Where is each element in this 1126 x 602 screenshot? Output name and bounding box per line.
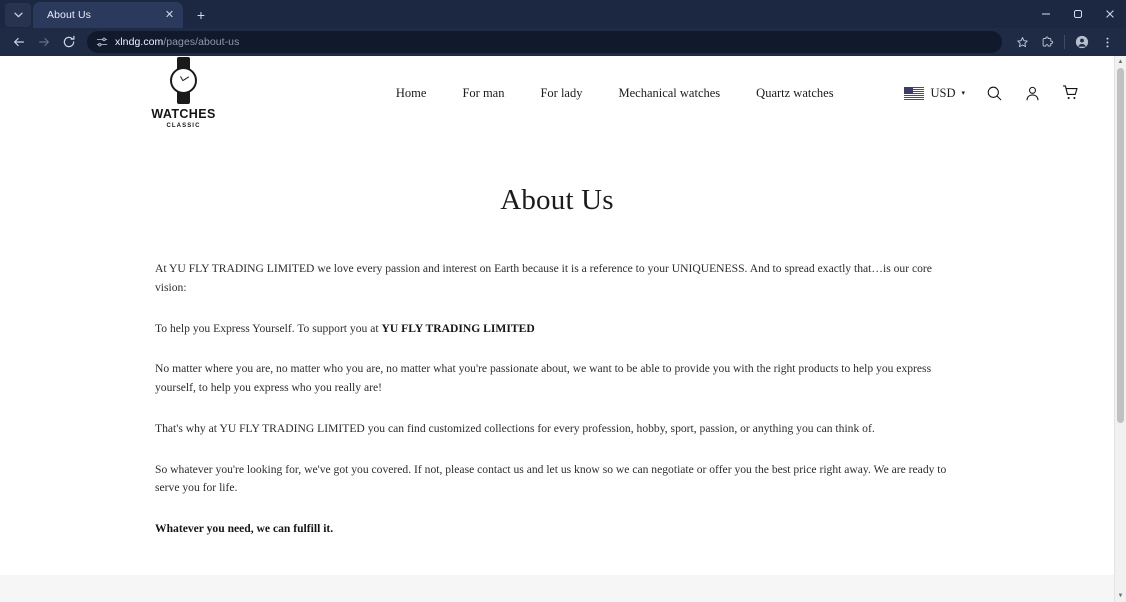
new-tab-button[interactable]: + [189, 3, 213, 27]
window-maximize-button[interactable] [1062, 0, 1094, 28]
paragraph-covered: So whatever you're looking for, we've go… [155, 462, 947, 495]
toolbar-divider [1064, 35, 1065, 49]
nav-item-for-lady[interactable]: For lady [540, 86, 582, 101]
reload-button-refresh-icon[interactable] [57, 30, 81, 54]
page-viewport: WATCHES CLASSIC Home For man For lady Me… [0, 56, 1126, 602]
window-close-button[interactable] [1094, 0, 1126, 28]
site-footer: Company Info About Us Contact Us Service… [0, 575, 1114, 602]
user-icon[interactable] [1024, 85, 1041, 102]
main-navigation: Home For man For lady Mechanical watches… [325, 86, 904, 101]
main-content: About Us At YU FLY TRADING LIMITED we lo… [0, 130, 1114, 540]
tab-close-icon[interactable]: ✕ [162, 8, 177, 23]
company-name-bold: YU FLY TRADING LIMITED [381, 321, 535, 335]
profile-account-icon[interactable] [1070, 30, 1094, 54]
us-flag-icon [904, 86, 925, 100]
scrollbar-down-arrow-icon[interactable]: ▼ [1115, 590, 1126, 602]
watch-face [170, 67, 197, 95]
site-logo[interactable]: WATCHES CLASSIC [151, 57, 325, 129]
window-minimize-button[interactable] [1030, 0, 1062, 28]
site-settings-tune-icon[interactable] [95, 36, 108, 49]
browser-toolbar: xlndg.com/pages/about-us [0, 28, 1126, 56]
back-button-arrow-left-icon[interactable] [7, 30, 31, 54]
tab-strip: About Us ✕ + [0, 0, 1126, 28]
bookmark-star-icon[interactable] [1010, 30, 1034, 54]
web-page: WATCHES CLASSIC Home For man For lady Me… [0, 56, 1114, 602]
chevron-down-icon: ▾ [961, 89, 965, 97]
address-bar[interactable]: xlndg.com/pages/about-us [87, 31, 1002, 53]
watch-logo-icon: WATCHES CLASSIC [151, 57, 215, 129]
browser-menu-three-dot-icon[interactable] [1095, 30, 1119, 54]
paragraph-express-yourself: To help you Express Yourself. To support… [155, 320, 955, 339]
extensions-puzzle-icon[interactable] [1035, 30, 1059, 54]
paragraph-customized-collections: That's why at YU FLY TRADING LIMITED you… [155, 421, 875, 435]
search-icon[interactable] [986, 85, 1003, 102]
tab-search-chevron-down-icon[interactable] [5, 3, 31, 27]
logo-word: WATCHES [151, 107, 216, 122]
paragraph-no-matter: No matter where you are, no matter who y… [155, 362, 932, 395]
browser-window: About Us ✕ + xlndg.com/pages/about-us WA… [0, 0, 1126, 602]
scrollbar-up-arrow-icon[interactable]: ▲ [1115, 56, 1126, 68]
nav-item-mechanical-watches[interactable]: Mechanical watches [618, 86, 720, 101]
scrollbar-track[interactable] [1115, 68, 1126, 590]
scrollbar-thumb[interactable] [1117, 68, 1124, 423]
address-bar-url: xlndg.com/pages/about-us [115, 36, 239, 48]
currency-label: USD [930, 85, 956, 100]
browser-tab-about-us[interactable]: About Us ✕ [33, 2, 183, 28]
paragraph-fulfill: Whatever you need, we can fulfill it. [155, 522, 334, 536]
forward-button-arrow-right-icon[interactable] [32, 30, 56, 54]
url-domain: xlndg.com [115, 36, 164, 48]
paragraph-vision: At YU FLY TRADING LIMITED we love every … [155, 262, 932, 294]
url-path: /pages/about-us [163, 36, 240, 48]
header-actions: USD ▾ [904, 84, 1080, 102]
paragraph-express-yourself-text: To help you Express Yourself. To support… [155, 321, 382, 335]
nav-item-quartz-watches[interactable]: Quartz watches [756, 86, 833, 101]
currency-selector[interactable]: USD ▾ [904, 86, 965, 101]
shopping-cart-icon[interactable] [1062, 84, 1080, 102]
page-title: About Us [500, 184, 614, 216]
tab-title: About Us [47, 9, 91, 21]
logo-subtitle: CLASSIC [166, 122, 201, 129]
page-scrollbar[interactable]: ▲ ▼ [1114, 56, 1126, 602]
watch-strap-bottom [177, 92, 190, 105]
nav-item-for-man[interactable]: For man [462, 86, 504, 101]
about-body-copy: At YU FLY TRADING LIMITED we love every … [155, 217, 959, 539]
site-header: WATCHES CLASSIC Home For man For lady Me… [0, 56, 1114, 130]
window-controls [1030, 0, 1126, 28]
nav-item-home[interactable]: Home [396, 86, 427, 101]
